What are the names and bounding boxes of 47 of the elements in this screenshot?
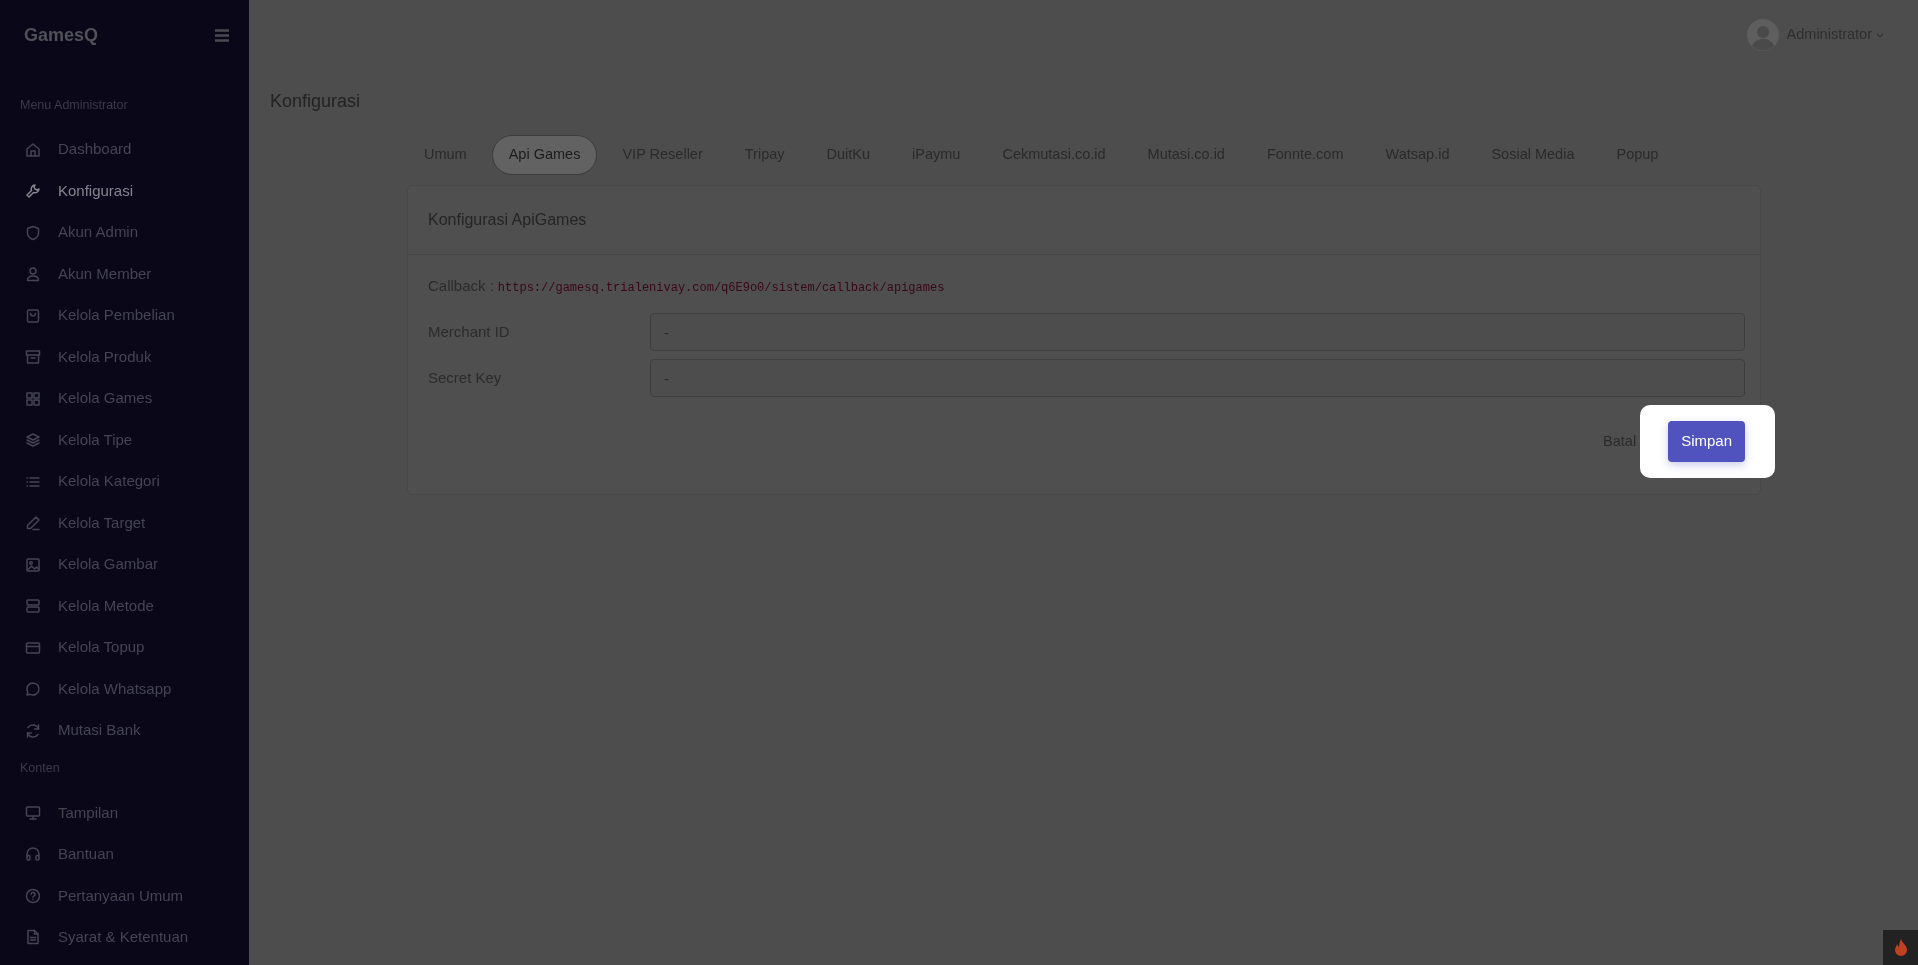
shopping-bag-icon: [25, 307, 41, 324]
sidebar-item[interactable]: Dashboard: [20, 128, 229, 171]
sidebar-item[interactable]: Kelola Topup: [20, 626, 229, 669]
flame-icon: [1892, 938, 1909, 957]
user-icon: [25, 266, 41, 282]
sidebar-item[interactable]: Pertanyaan Umum: [20, 875, 229, 917]
archive-icon: [25, 349, 41, 365]
input-field[interactable]: -: [650, 313, 1745, 352]
pen-icon: [25, 515, 41, 531]
sidebar-item[interactable]: Mutasi Bank: [20, 709, 229, 752]
refresh-icon: [25, 722, 41, 739]
sidebar-item[interactable]: Kelola Gambar: [20, 543, 229, 586]
monitor-icon: [25, 804, 41, 821]
home-icon: [25, 141, 41, 158]
sidebar-item[interactable]: Tampilan: [20, 792, 229, 834]
sidebar-item[interactable]: Kelola Produk: [20, 336, 229, 378]
wrench-icon: [25, 183, 41, 199]
caret-icon: [1876, 32, 1884, 38]
sidebar-item[interactable]: Syarat & Ketentuan: [20, 916, 229, 958]
sidebar-item[interactable]: Akun Admin: [20, 211, 229, 254]
sidebar-item[interactable]: Kelola Target: [20, 502, 229, 544]
headphones-icon: [25, 846, 41, 863]
input-field[interactable]: -: [650, 359, 1745, 398]
sidebar-item[interactable]: Konfigurasi: [20, 170, 229, 212]
sidebar-item[interactable]: Bantuan: [20, 833, 229, 875]
chat-icon: [25, 681, 41, 697]
server-icon: [25, 598, 41, 614]
shield-icon: [25, 224, 41, 241]
sidebar-item[interactable]: Kelola Tipe: [20, 419, 229, 461]
sidebar-item[interactable]: Kelola Metode: [20, 585, 229, 627]
document-icon: [25, 929, 41, 946]
sidebar-item[interactable]: Akun Member: [20, 253, 229, 295]
callback-url: https://gamesq.trialenivay.com/q6E9o0/sistem/callback/apigames: [497, 279, 945, 297]
menu-icon: [215, 29, 229, 43]
save-button[interactable]: Simpan: [1668, 421, 1745, 462]
help-icon: [25, 887, 41, 904]
sidebar-item[interactable]: Kelola Whatsapp: [20, 668, 229, 710]
brand-logo[interactable]: GamesQ: [24, 21, 99, 49]
credit-card-icon: [25, 639, 41, 656]
sidebar-item[interactable]: Kelola Games: [20, 377, 229, 420]
sidebar-item[interactable]: Kelola Kategori: [20, 460, 229, 503]
sidebar-item[interactable]: Kelola Pembelian: [20, 294, 229, 337]
image-icon: [25, 556, 41, 573]
grid-icon: [25, 390, 41, 407]
tab[interactable]: Api Games: [491, 135, 598, 175]
layers-icon: [25, 432, 41, 448]
debug-toolbar-button[interactable]: [1883, 930, 1918, 965]
